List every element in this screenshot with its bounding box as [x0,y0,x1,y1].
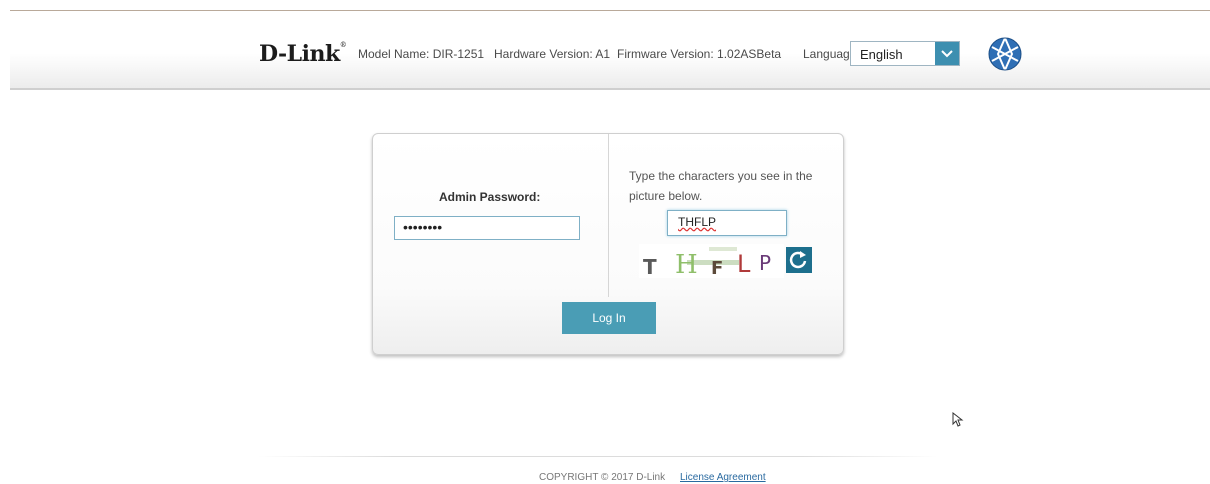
captcha-input-value: THFLP [678,215,717,229]
login-panel: Admin Password: •••••••• Type the charac… [372,133,844,355]
admin-password-input[interactable]: •••••••• [394,216,580,240]
language-value: English [860,47,903,62]
brand-name: D-Link [259,41,340,67]
captcha-image: T H F L P [639,244,784,278]
copyright-text: COPYRIGHT © 2017 D-Link [539,472,666,483]
license-agreement-link[interactable]: License Agreement [680,472,766,483]
log-in-button[interactable]: Log In [562,302,656,334]
captcha-char-p: P [759,251,771,275]
captcha-instructions: Type the characters you see in the pictu… [629,169,813,203]
login-page: D-Link® Model Name: DIR-1251 Hardware Ve… [0,0,1210,484]
chevron-down-icon[interactable] [935,42,959,65]
captcha-char-f: F [711,258,723,278]
header-bar: D-Link® Model Name: DIR-1251 Hardware Ve… [10,11,1210,90]
hardware-version: Hardware Version: A1 [494,47,611,61]
language-select[interactable]: English [850,41,960,66]
globe-icon [988,37,1022,71]
captcha-char-h: H [675,250,698,278]
refresh-icon[interactable] [786,247,812,273]
model-name: Model Name: DIR-1251 [358,47,485,61]
firmware-version: Firmware Version: 1.02ASBeta [617,47,782,61]
footer-divider [258,456,938,457]
panel-divider [608,134,609,297]
dlink-logo: D-Link® [259,41,347,67]
captcha-char-t: T [643,255,657,278]
captcha-char-l: L [737,250,751,278]
admin-password-label: Admin Password: [439,190,541,204]
brand-mark: ® [339,41,347,49]
captcha-input[interactable]: THFLP [667,210,787,236]
mouse-pointer-icon [952,412,964,427]
